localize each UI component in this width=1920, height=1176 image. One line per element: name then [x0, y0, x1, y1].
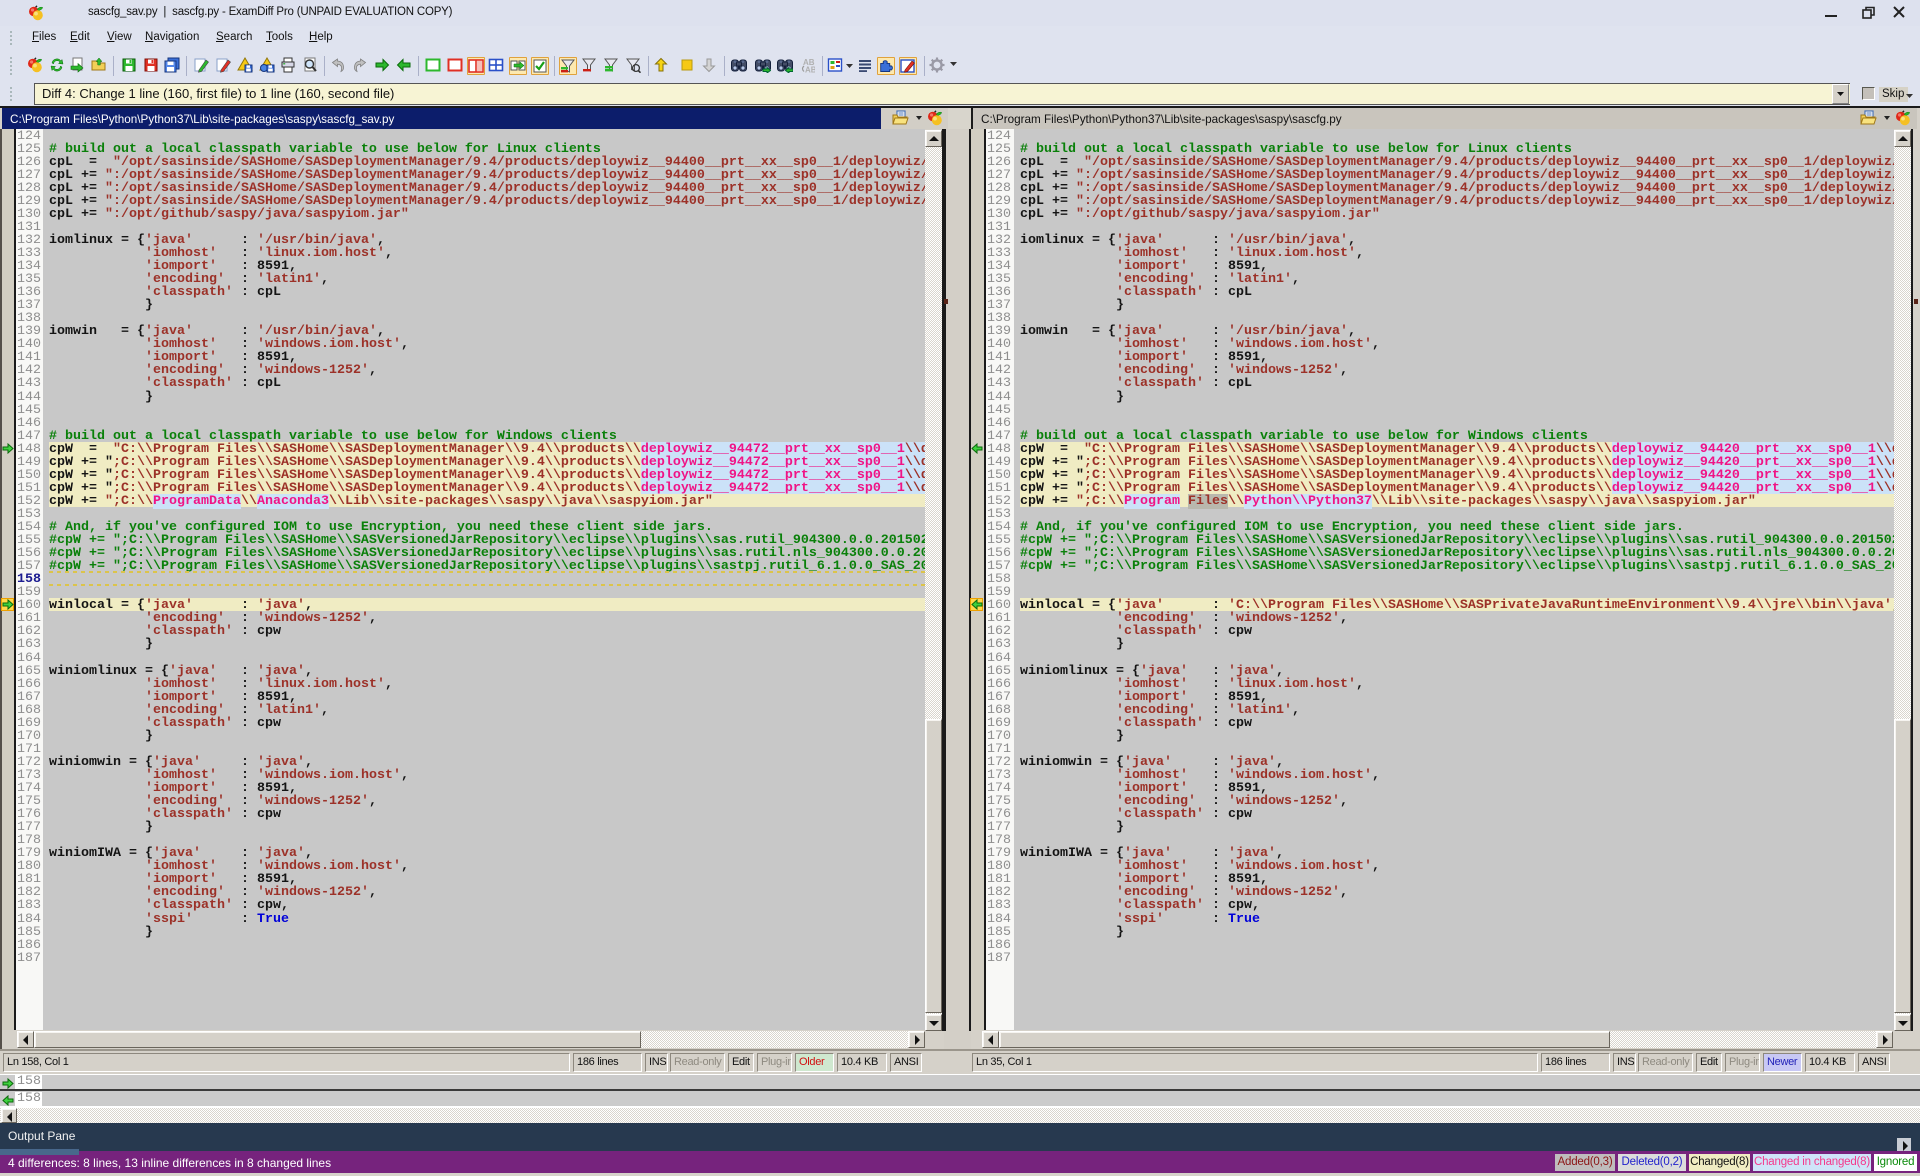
- svg-text:AB: AB: [805, 66, 815, 74]
